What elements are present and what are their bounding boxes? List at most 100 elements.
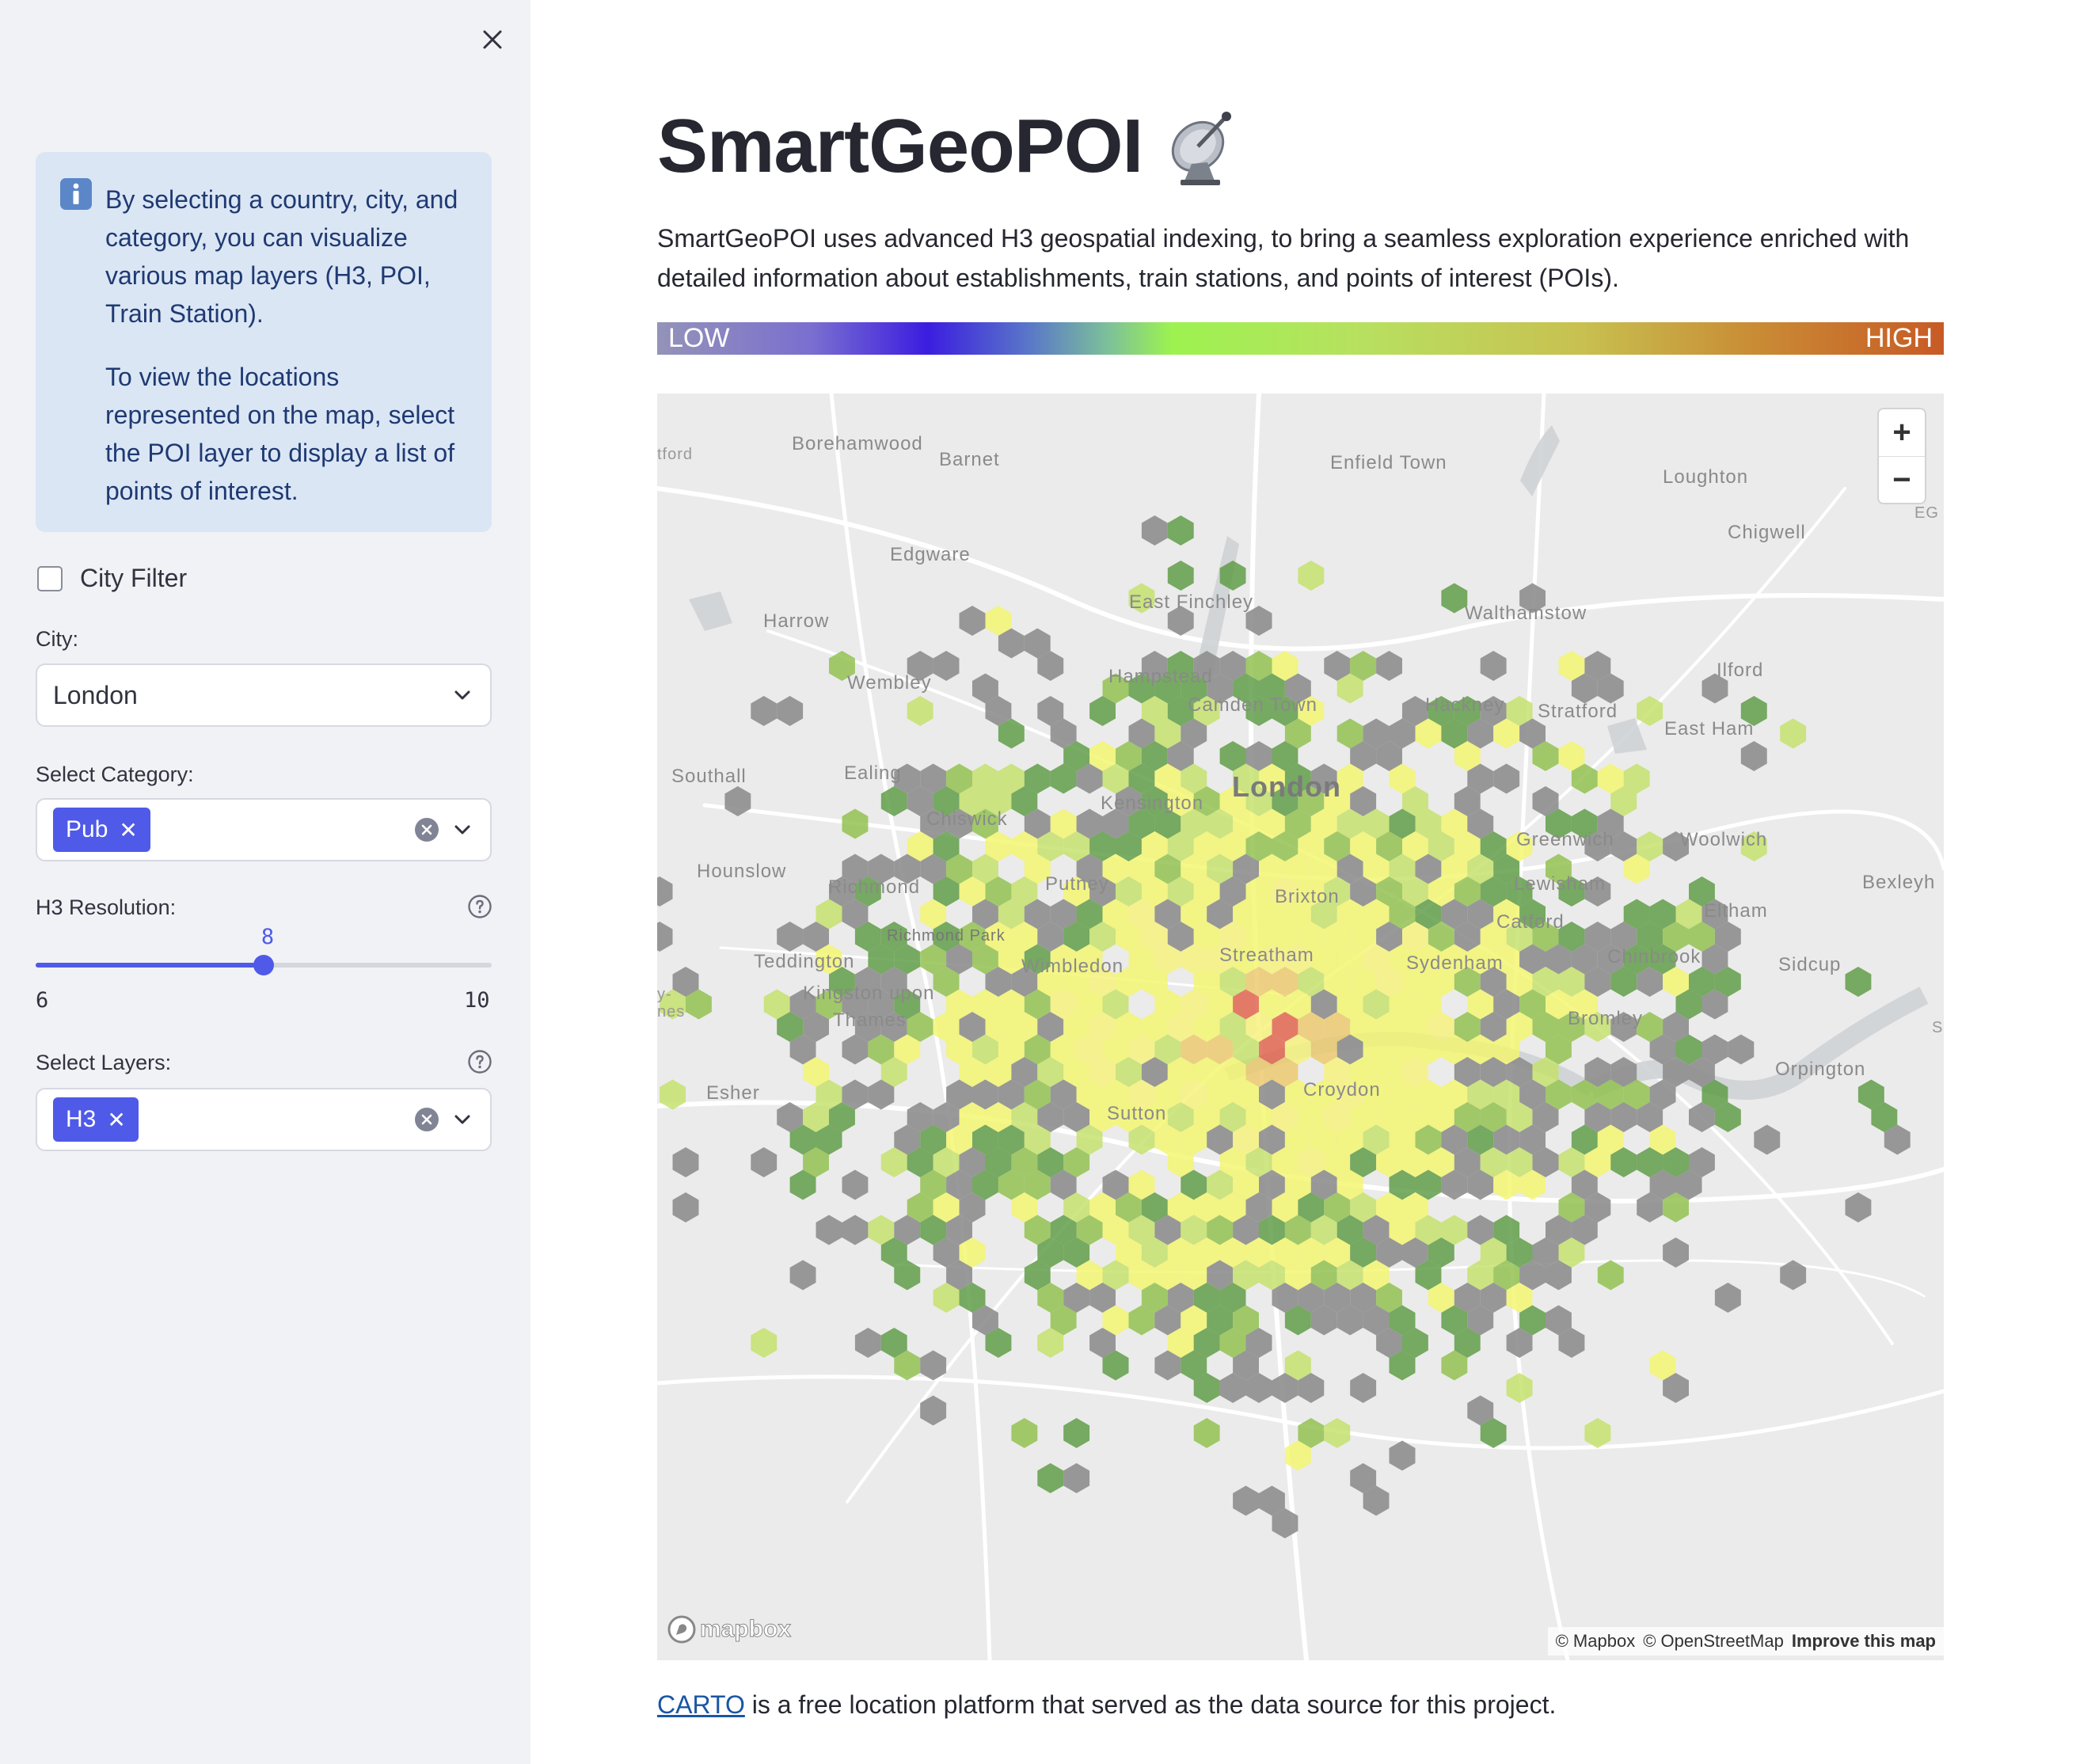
chevron-down-icon[interactable] [451,1108,474,1131]
place-label: Eltham [1704,900,1768,922]
close-icon [483,30,502,49]
map-attribution: © Mapbox © OpenStreetMap Improve this ma… [1547,1627,1944,1656]
slider-min: 6 [36,988,49,1013]
map[interactable]: tford Borehamwood Barnet Enfield Town Lo… [657,393,1944,1660]
page-title: SmartGeoPOI [657,103,1247,190]
clear-icon[interactable] [414,817,439,842]
place-label: Barnet [939,449,1000,470]
attribution-osm-link[interactable]: © OpenStreetMap [1643,1631,1784,1652]
city-filter-label: City Filter [80,564,188,592]
slider-thumb[interactable] [253,955,274,975]
density-legend: LOW HIGH [657,322,1944,355]
main-content: SmartGeoPOI SmartGeoPOI uses advanced H3… [530,0,2076,1764]
place-label: nes [657,1003,686,1021]
place-label: Kensington [1101,793,1204,814]
layers-label: Select Layers: [36,1051,172,1074]
info-icon [60,178,92,210]
place-label: Loughton [1663,466,1749,488]
footer-text-body: is a free location platform that served … [744,1690,1557,1719]
city-label: City: [36,627,78,651]
checkbox-box[interactable] [37,565,63,591]
h3-resolution-label: H3 Resolution: [36,895,177,919]
mapbox-logo-icon [667,1615,696,1644]
city-select[interactable]: London [36,663,492,727]
footer-text: CARTO is a free location platform that s… [657,1690,1556,1720]
place-label: Bromley [1568,1008,1644,1029]
place-label: Camden Town [1188,694,1317,716]
place-label: Wimbledon [1021,956,1124,977]
place-label: Sydenham [1406,952,1504,974]
place-label: Chiswick [926,808,1008,830]
description: SmartGeoPOI uses advanced H3 geospatial … [657,224,1910,292]
sidebar: By selecting a country, city, and catego… [0,0,530,1764]
place-label: Richmond Park [887,927,1006,945]
improve-map-link[interactable]: Improve this map [1792,1631,1936,1652]
place-label: Walthamstow [1465,603,1587,624]
place-label: Kingston upon [803,983,935,1004]
legend-high: HIGH [1865,323,1933,353]
place-label: Teddington [754,951,855,972]
legend-low: LOW [668,323,730,353]
place-label: Catford [1496,911,1565,933]
place-label: Borehamwood [792,433,923,454]
place-label: Sidcup [1778,954,1842,975]
place-label: Croydon [1303,1079,1381,1101]
place-label: Esher [706,1082,760,1104]
place-label: Bexleyh [1862,872,1936,893]
place-label: Chigwell [1728,522,1806,543]
tag-label: Pub [66,816,108,842]
place-label: S [1932,1019,1944,1036]
place-label: Hounslow [697,861,787,882]
place-label: Enfield Town [1330,452,1447,473]
city-filter-checkbox[interactable]: City Filter [37,564,187,593]
place-label: Lewisham [1514,873,1606,895]
help-icon[interactable] [467,894,492,919]
place-label: Hackney [1425,694,1505,716]
category-multiselect[interactable]: Pub ✕ [36,798,492,861]
place-label: Greenwich [1516,829,1614,850]
place-label: Hampstead [1108,666,1213,687]
place-label: Chinbrook [1607,946,1701,968]
remove-tag-icon[interactable]: ✕ [119,817,137,843]
close-sidebar-button[interactable] [475,22,510,57]
place-label: Southall [671,766,747,787]
chevron-down-icon[interactable] [451,818,474,842]
carto-link[interactable]: CARTO [657,1690,745,1719]
layer-tag-h3: H3 ✕ [53,1097,139,1142]
place-label: Harrow [763,610,830,632]
layers-multiselect[interactable]: H3 ✕ [36,1088,492,1151]
place-label-london: London [1232,770,1341,803]
help-icon[interactable] [467,1049,492,1074]
slider-max: 10 [464,988,490,1013]
city-value: London [53,680,138,709]
satellite-dish-icon [1172,112,1232,185]
mapbox-logo-text: mapbox [699,1616,792,1643]
place-label: Woolwich [1680,829,1768,850]
clear-icon[interactable] [414,1107,439,1132]
info-text-1: By selecting a country, city, and catego… [105,185,458,328]
place-label: Ilford [1717,660,1764,681]
place-label: y- [657,986,672,1003]
place-label: Stratford [1538,701,1618,722]
category-label: Select Category: [36,762,194,786]
slider-fill [36,963,264,968]
title-text: SmartGeoPOI [657,104,1143,188]
place-label: Ealing [844,762,902,784]
place-label: Wembley [847,672,932,694]
h3-resolution-slider[interactable] [36,955,492,975]
place-label: Sutton [1107,1103,1167,1124]
place-label: Streatham [1219,945,1314,966]
place-label: Orpington [1775,1059,1866,1080]
place-label: tford [657,446,694,463]
info-box: By selecting a country, city, and catego… [36,152,492,532]
chevron-down-icon[interactable] [451,683,474,707]
attribution-mapbox-link[interactable]: © Mapbox [1556,1631,1636,1652]
category-tag-pub: Pub ✕ [53,808,150,852]
zoom-out-button[interactable]: − [1879,456,1925,503]
mapbox-logo[interactable]: mapbox [667,1614,792,1644]
place-label: East Ham [1664,718,1755,739]
info-text-2: To view the locations represented on the… [105,363,455,505]
zoom-in-button[interactable]: + [1879,409,1925,456]
place-label: Putney [1045,873,1109,895]
remove-tag-icon[interactable]: ✕ [107,1107,125,1133]
